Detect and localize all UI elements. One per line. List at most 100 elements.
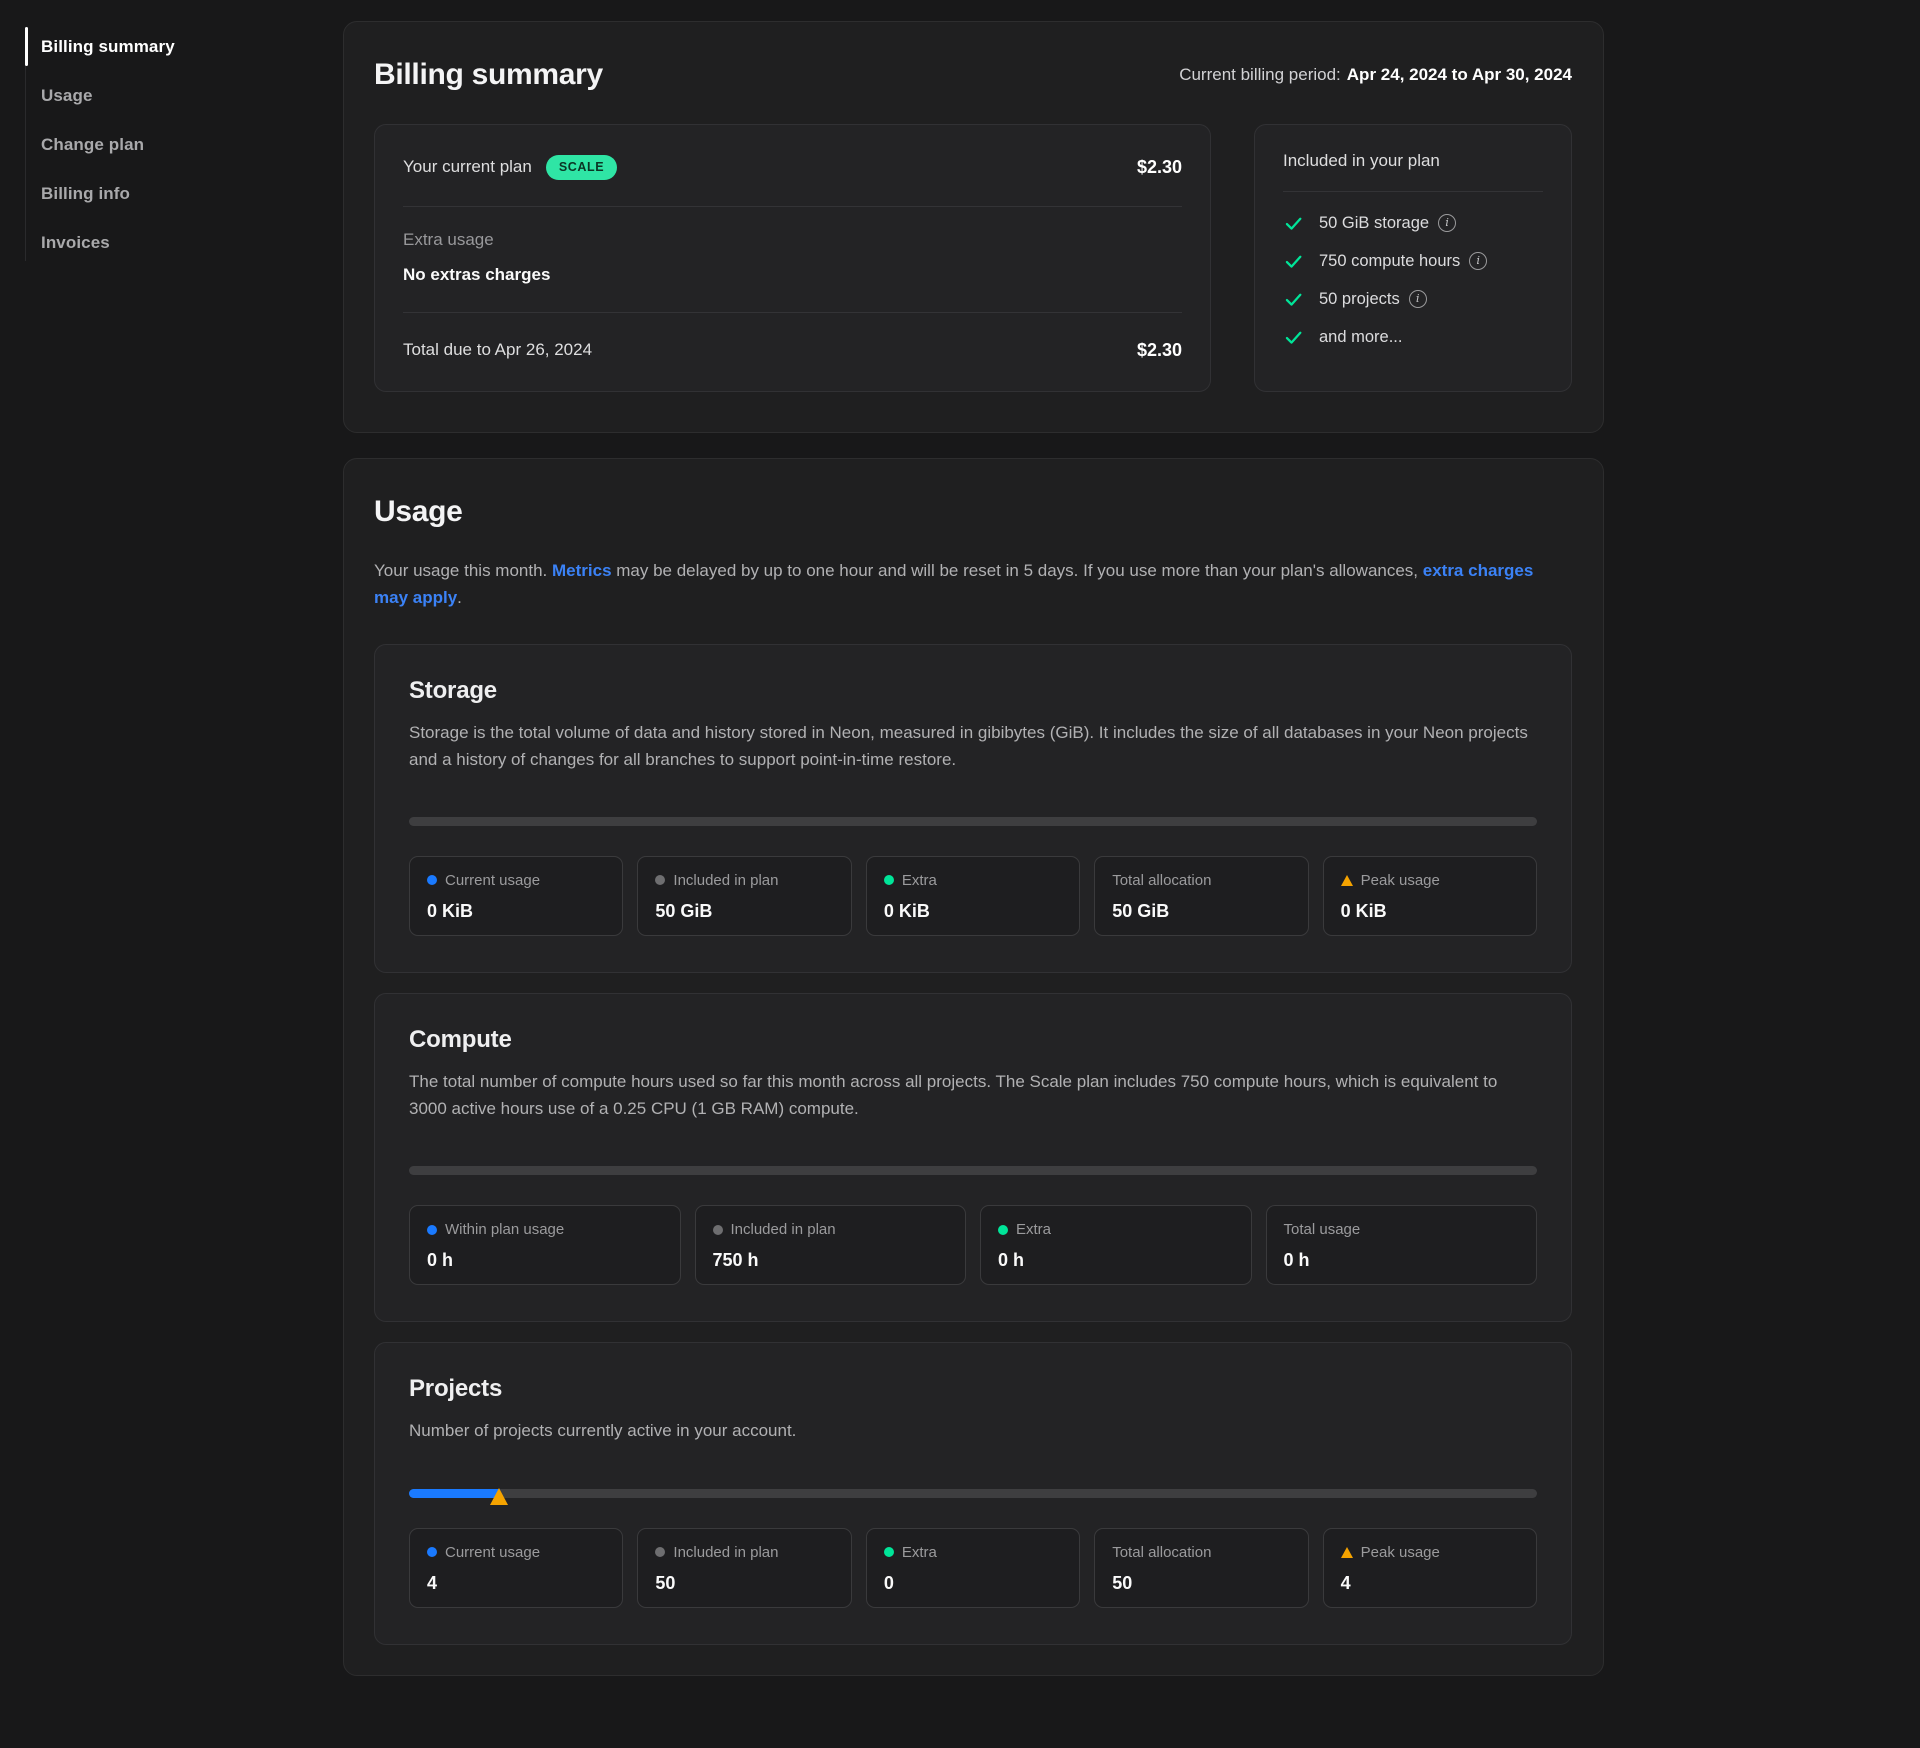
- usage-section-title: Storage: [409, 677, 1537, 705]
- usage-intro-text: Your usage this month.: [374, 561, 552, 580]
- usage-stat-label-row: Included in plan: [655, 872, 833, 889]
- sidebar-item-change-plan[interactable]: Change plan: [25, 120, 343, 169]
- billing-period: Current billing period: Apr 24, 2024 to A…: [1179, 65, 1572, 85]
- included-feature-list: 50 GiB storage 750 compute hours 50 proj…: [1283, 204, 1543, 356]
- usage-stat-value: 0: [884, 1573, 1062, 1594]
- current-plan-label: Your current plan: [403, 157, 532, 177]
- included-feature-label: and more...: [1319, 328, 1402, 347]
- info-icon[interactable]: [1409, 290, 1427, 308]
- usage-stat-box: Included in plan 750 h: [695, 1205, 967, 1285]
- usage-stat-box: Extra 0: [866, 1528, 1080, 1608]
- included-feature-item: 750 compute hours: [1283, 242, 1543, 280]
- sidebar-item-invoices[interactable]: Invoices: [25, 218, 343, 267]
- included-feature-label: 50 GiB storage: [1319, 214, 1456, 233]
- included-feature-label: 750 compute hours: [1319, 252, 1487, 271]
- usage-intro-text: may be delayed by up to one hour and wil…: [612, 561, 1423, 580]
- usage-stat-label: Included in plan: [731, 1221, 836, 1238]
- sidebar-item-billing-info[interactable]: Billing info: [25, 169, 343, 218]
- info-icon[interactable]: [1438, 214, 1456, 232]
- usage-stat-value: 50: [655, 1573, 833, 1594]
- info-icon[interactable]: [1469, 252, 1487, 270]
- usage-stat-box: Peak usage 4: [1323, 1528, 1537, 1608]
- usage-stat-label: Included in plan: [673, 872, 778, 889]
- usage-stat-label: Total allocation: [1112, 1544, 1211, 1561]
- main-content: Billing summary Current billing period:A…: [343, 0, 1604, 1748]
- usage-stat-label: Peak usage: [1361, 872, 1440, 889]
- extra-dot-icon: [884, 875, 894, 885]
- extra-usage-value: No extras charges: [403, 265, 1182, 285]
- usage-section-description: Storage is the total volume of data and …: [409, 719, 1537, 773]
- plan-badge: SCALE: [546, 155, 617, 180]
- usage-stat-label-row: Current usage: [427, 1544, 605, 1561]
- included-feature-item: and more...: [1283, 318, 1543, 356]
- usage-stat-label-row: Within plan usage: [427, 1221, 663, 1238]
- current-usage-dot-icon: [427, 1547, 437, 1557]
- usage-stat-label: Total usage: [1284, 1221, 1361, 1238]
- sidebar-item-label: Change plan: [41, 135, 144, 155]
- included-feature-label: 50 projects: [1319, 290, 1427, 309]
- sidebar-item-label: Billing summary: [41, 37, 175, 57]
- usage-stat-label-row: Total allocation: [1112, 1544, 1290, 1561]
- usage-stat-label: Current usage: [445, 872, 540, 889]
- usage-stat-value: 50 GiB: [1112, 901, 1290, 922]
- usage-stat-label: Extra: [902, 872, 937, 889]
- usage-stat-label-row: Extra: [884, 872, 1062, 889]
- sidebar-item-label: Usage: [41, 86, 93, 106]
- extra-dot-icon: [884, 1547, 894, 1557]
- usage-stat-label-row: Total allocation: [1112, 872, 1290, 889]
- usage-stat-value: 0 KiB: [427, 901, 605, 922]
- usage-stat-label: Extra: [902, 1544, 937, 1561]
- usage-stat-label: Peak usage: [1361, 1544, 1440, 1561]
- extra-usage-label: Extra usage: [403, 230, 1182, 250]
- checkmark-icon: [1283, 289, 1304, 310]
- usage-section-description: Number of projects currently active in y…: [409, 1417, 1537, 1444]
- peak-usage-triangle-icon: [1341, 1547, 1353, 1558]
- usage-stat-box: Total allocation 50 GiB: [1094, 856, 1308, 936]
- metrics-link[interactable]: Metrics: [552, 561, 612, 580]
- usage-stat-label-row: Included in plan: [655, 1544, 833, 1561]
- billing-period-value: Apr 24, 2024 to Apr 30, 2024: [1347, 65, 1572, 84]
- usage-section-description: The total number of compute hours used s…: [409, 1068, 1537, 1122]
- usage-stat-label: Included in plan: [673, 1544, 778, 1561]
- usage-section-storage: Storage Storage is the total volume of d…: [374, 644, 1572, 973]
- usage-stat-box: Included in plan 50: [637, 1528, 851, 1608]
- usage-section-compute: Compute The total number of compute hour…: [374, 993, 1572, 1322]
- peak-marker-icon: [490, 1488, 508, 1505]
- extra-usage-row: Extra usage No extras charges: [403, 207, 1182, 312]
- usage-stat-box: Total usage 0 h: [1266, 1205, 1538, 1285]
- usage-stat-label: Extra: [1016, 1221, 1051, 1238]
- usage-card: Usage Your usage this month. Metrics may…: [343, 458, 1604, 1676]
- usage-stat-label-row: Extra: [998, 1221, 1234, 1238]
- usage-stat-value: 4: [1341, 1573, 1519, 1594]
- sidebar-item-usage[interactable]: Usage: [25, 71, 343, 120]
- usage-stat-value: 0 h: [998, 1250, 1234, 1271]
- usage-stat-box: Extra 0 KiB: [866, 856, 1080, 936]
- usage-stat-label-row: Current usage: [427, 872, 605, 889]
- billing-period-label: Current billing period:: [1179, 65, 1341, 84]
- total-due-amount: $2.30: [1137, 340, 1182, 361]
- usage-stat-box: Current usage 0 KiB: [409, 856, 623, 936]
- within-plan-usage-dot-icon: [427, 1225, 437, 1235]
- billing-page: Billing summary Usage Change plan Billin…: [0, 0, 1920, 1748]
- sidebar-item-billing-summary[interactable]: Billing summary: [25, 22, 343, 71]
- current-usage-dot-icon: [427, 875, 437, 885]
- usage-progress-bar: [409, 817, 1537, 826]
- divider: [1283, 191, 1543, 192]
- extra-dot-icon: [998, 1225, 1008, 1235]
- current-plan-row: Your current plan SCALE $2.30: [403, 125, 1182, 206]
- usage-stat-box: Extra 0 h: [980, 1205, 1252, 1285]
- usage-stat-label: Current usage: [445, 1544, 540, 1561]
- usage-sections: Storage Storage is the total volume of d…: [374, 644, 1572, 1645]
- sidebar-item-label: Invoices: [41, 233, 110, 253]
- sidebar: Billing summary Usage Change plan Billin…: [0, 0, 343, 1748]
- usage-stat-label-row: Total usage: [1284, 1221, 1520, 1238]
- billing-summary-header: Billing summary Current billing period:A…: [374, 58, 1572, 92]
- usage-stat-box: Included in plan 50 GiB: [637, 856, 851, 936]
- checkmark-icon: [1283, 327, 1304, 348]
- usage-stat-value: 0 KiB: [884, 901, 1062, 922]
- usage-intro: Your usage this month. Metrics may be de…: [374, 557, 1572, 612]
- usage-title: Usage: [374, 495, 1572, 529]
- usage-stat-value: 0 KiB: [1341, 901, 1519, 922]
- current-plan-panel: Your current plan SCALE $2.30 Extra usag…: [374, 124, 1211, 392]
- current-plan-label-group: Your current plan SCALE: [403, 155, 617, 180]
